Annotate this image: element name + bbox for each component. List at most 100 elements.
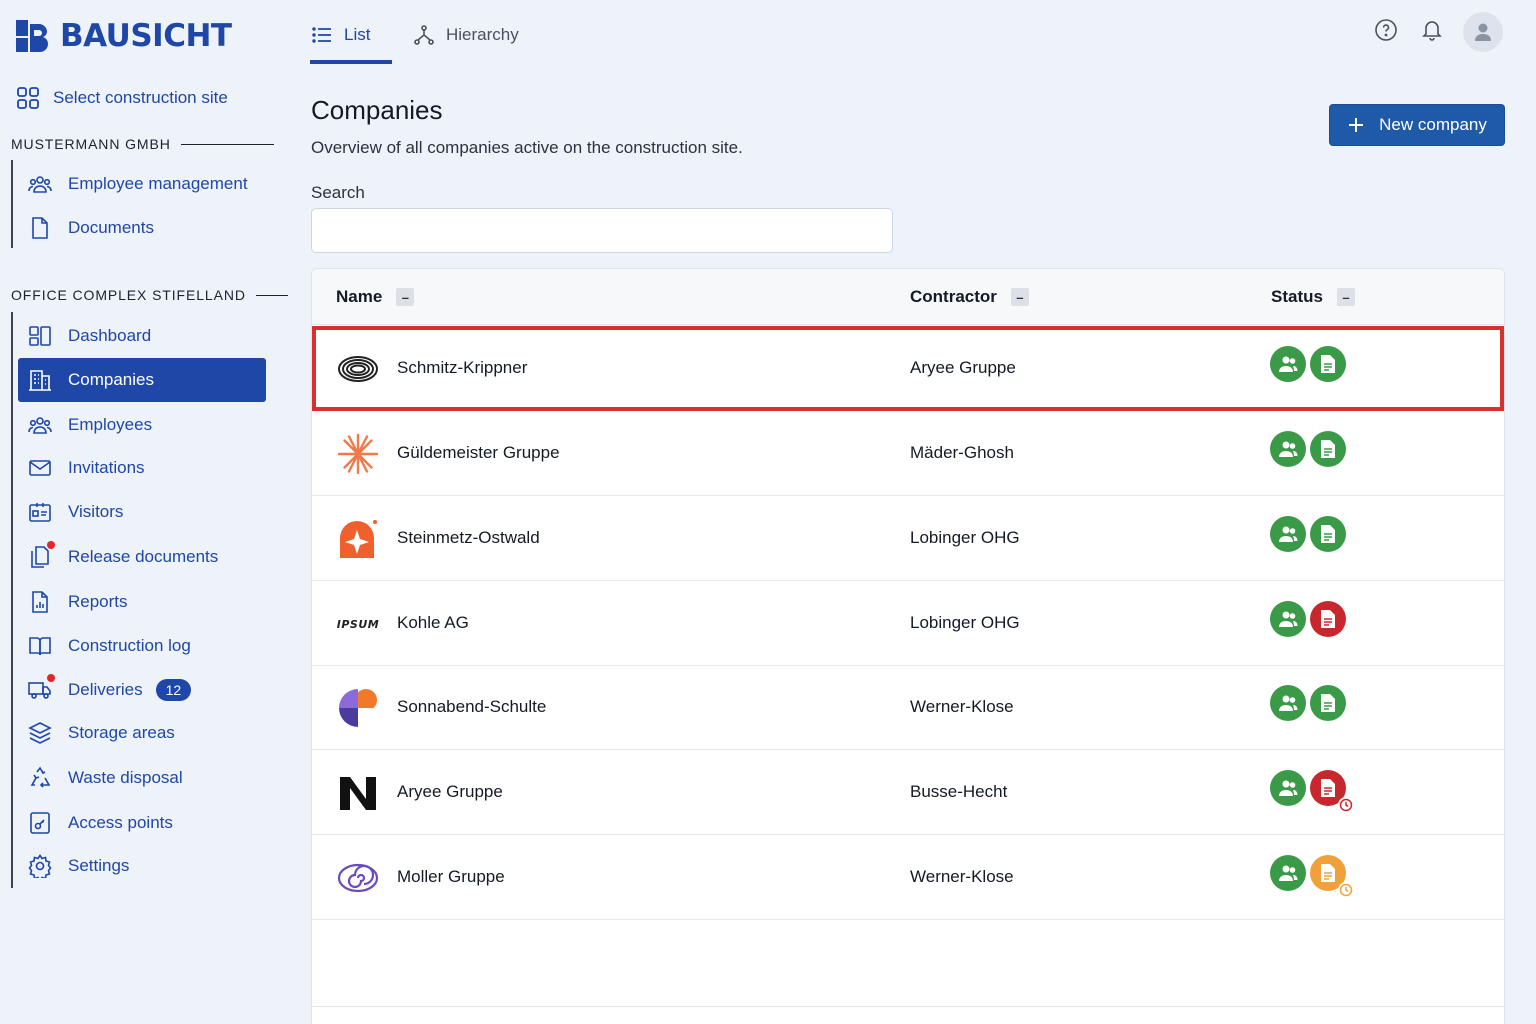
table-row[interactable]: IPSUM Kohle AG Lobinger OHG <box>312 581 1504 666</box>
sidebar-item-invitations[interactable]: Invitations <box>18 446 266 490</box>
status-cell <box>1270 685 1346 721</box>
starburst-logo-icon <box>337 433 379 475</box>
status-cell <box>1270 346 1346 382</box>
notification-dot <box>47 541 55 549</box>
documents-icon <box>28 541 55 569</box>
sidebar-item-label: Employee management <box>68 174 248 193</box>
employees-status-icon[interactable] <box>1270 601 1306 637</box>
clock-icon <box>1338 882 1354 898</box>
section-title-text: MUSTERMANN GMBH <box>11 136 171 152</box>
table-footer-divider <box>312 1006 1504 1007</box>
employees-status-icon[interactable] <box>1270 431 1306 467</box>
tab-label: Hierarchy <box>446 25 519 44</box>
sidebar-item-label: Documents <box>68 218 154 237</box>
sidebar-item-employees[interactable]: Employees <box>18 403 266 447</box>
documents-status-icon[interactable] <box>1310 346 1346 382</box>
search-input[interactable] <box>311 208 893 253</box>
logo-wordmark: IPSUM <box>336 617 380 631</box>
documents-status-icon[interactable] <box>1310 516 1346 552</box>
avatar-icon <box>1475 23 1491 41</box>
id-card-icon <box>28 500 52 524</box>
section-title-text: OFFICE COMPLEX STIFELLAND <box>11 287 246 303</box>
select-construction-site[interactable]: Select construction site <box>16 86 228 110</box>
sidebar-item-settings[interactable]: Settings <box>18 844 266 888</box>
sort-toggle-icon[interactable]: – <box>396 288 415 306</box>
documents-status-icon[interactable] <box>1310 770 1354 813</box>
sidebar-item-label: Invitations <box>68 458 145 477</box>
clock-icon <box>1338 797 1354 813</box>
section-line <box>11 160 13 248</box>
sidebar-item-label: Dashboard <box>68 326 152 345</box>
book-icon <box>28 634 52 658</box>
sort-toggle-icon[interactable]: – <box>1010 288 1029 306</box>
hierarchy-icon <box>414 25 434 45</box>
employees-status-icon[interactable] <box>1270 516 1306 552</box>
brand-logo[interactable]: BAUSICHT <box>14 18 232 54</box>
divider <box>255 294 288 296</box>
status-cell <box>1270 770 1354 813</box>
sidebar-item-access-points[interactable]: Access points <box>18 801 266 845</box>
sidebar: BAUSICHT Select construction site MUSTER… <box>0 0 290 1024</box>
gear-icon <box>28 854 52 878</box>
sidebar-item-dashboard[interactable]: Dashboard <box>18 314 266 358</box>
mail-icon <box>28 456 52 480</box>
page-subtitle: Overview of all companies active on the … <box>311 138 743 157</box>
column-header-name[interactable]: Name – <box>336 287 415 307</box>
contractor-name: Aryee Gruppe <box>910 358 1016 377</box>
sidebar-item-reports[interactable]: Reports <box>18 580 266 624</box>
sidebar-item-deliveries[interactable]: Deliveries 12 <box>18 668 266 712</box>
building-icon <box>28 368 52 392</box>
recycle-icon <box>28 766 52 790</box>
column-label: Name <box>336 287 383 306</box>
help-button[interactable] <box>1374 18 1398 42</box>
documents-status-icon[interactable] <box>1310 601 1346 637</box>
table-row[interactable]: Güldemeister Gruppe Mäder-Ghosh <box>312 411 1504 496</box>
table-row[interactable]: Schmitz-Krippner Aryee Gruppe <box>312 326 1504 411</box>
grid-icon <box>17 87 39 109</box>
sidebar-item-waste-disposal[interactable]: Waste disposal <box>18 756 266 800</box>
sidebar-item-companies[interactable]: Companies <box>18 358 266 402</box>
table-row[interactable]: Aryee Gruppe Busse-Hecht <box>312 750 1504 835</box>
help-icon <box>1375 19 1397 41</box>
sidebar-item-label: Access points <box>68 813 173 832</box>
company-name: Schmitz-Krippner <box>397 358 528 377</box>
sidebar-item-label: Storage areas <box>68 723 175 742</box>
sidebar-item-storage-areas[interactable]: Storage areas <box>18 711 266 755</box>
contractor-name: Werner-Klose <box>910 697 1014 716</box>
new-company-button[interactable]: New company <box>1329 104 1505 146</box>
sort-toggle-icon[interactable]: – <box>1336 288 1355 306</box>
tab-list[interactable]: List <box>310 20 392 64</box>
column-header-contractor[interactable]: Contractor – <box>910 287 1029 307</box>
employees-status-icon[interactable] <box>1270 770 1306 806</box>
sidebar-item-release-documents[interactable]: Release documents <box>18 535 266 579</box>
documents-status-icon[interactable] <box>1310 855 1354 898</box>
sidebar-item-label: Companies <box>68 370 154 389</box>
table-row[interactable]: Steinmetz-Ostwald Lobinger OHG <box>312 496 1504 581</box>
documents-status-icon[interactable] <box>1310 685 1346 721</box>
tab-hierarchy[interactable]: Hierarchy <box>414 20 519 64</box>
sidebar-item-label: Reports <box>68 592 128 611</box>
employees-status-icon[interactable] <box>1270 346 1306 382</box>
table-row[interactable]: Moller Gruppe Werner-Klose <box>312 835 1504 920</box>
sidebar-item-employee-management[interactable]: Employee management <box>18 162 266 206</box>
employees-status-icon[interactable] <box>1270 685 1306 721</box>
notifications-button[interactable] <box>1420 18 1444 42</box>
column-header-status[interactable]: Status – <box>1271 287 1355 307</box>
status-cell <box>1270 601 1346 637</box>
dashboard-icon <box>28 324 52 348</box>
new-company-label: New company <box>1379 115 1487 134</box>
document-icon <box>28 216 52 240</box>
table-row[interactable]: Sonnabend-Schulte Werner-Klose <box>312 665 1504 750</box>
employees-status-icon[interactable] <box>1270 855 1306 891</box>
documents-status-icon[interactable] <box>1310 431 1346 467</box>
section-line <box>11 312 13 888</box>
list-icon <box>312 27 331 43</box>
sidebar-item-visitors[interactable]: Visitors <box>18 490 266 534</box>
sidebar-item-construction-log[interactable]: Construction log <box>18 624 266 668</box>
section-title-company: MUSTERMANN GMBH <box>11 136 274 152</box>
orange-spark-logo-icon <box>337 518 379 560</box>
key-card-icon <box>28 811 52 835</box>
column-label: Contractor <box>910 287 997 306</box>
user-avatar[interactable] <box>1463 12 1503 52</box>
sidebar-item-documents[interactable]: Documents <box>18 206 266 250</box>
